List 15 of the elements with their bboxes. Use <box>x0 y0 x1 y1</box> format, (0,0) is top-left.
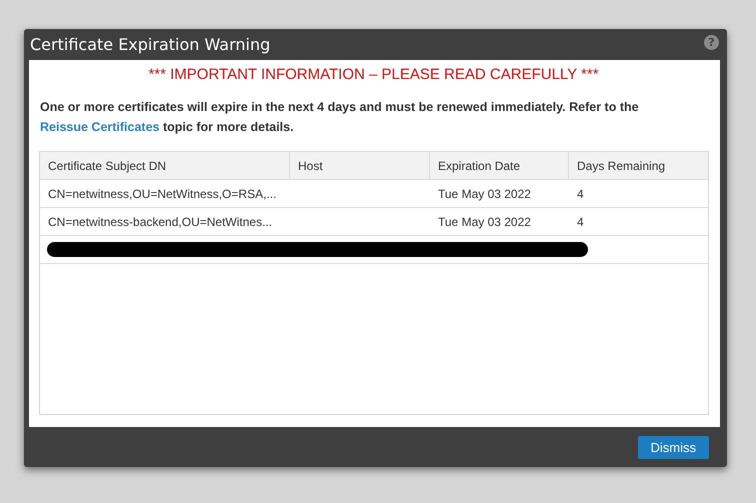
dismiss-button[interactable]: Dismiss <box>638 436 709 458</box>
column-header[interactable]: Expiration Date <box>430 152 569 179</box>
table-cell: Tue May 03 2022 <box>438 214 531 228</box>
reissue-link[interactable]: Reissue Certificates <box>40 120 160 134</box>
table-cell: CN=netwitness-backend,OU=NetWitnes... <box>48 214 272 228</box>
column-header[interactable]: Certificate Subject DN <box>40 152 290 179</box>
table-cell: CN=netwitness,OU=NetWitness,O=RSA,... <box>48 186 276 200</box>
table-cell: 4 <box>577 214 584 228</box>
column-header[interactable]: Host <box>290 152 430 179</box>
table-cell: Tue May 03 2022 <box>438 186 531 200</box>
column-header[interactable]: Days Remaining <box>569 152 708 179</box>
warning-message: One or more certificates will expire in the next 4 days and must be renewed immediately. Refer to the Reissue Certificates topic for more details. <box>40 99 640 136</box>
table-cell: 4 <box>577 186 584 200</box>
dialog-title: Certificate Expiration Warning <box>30 35 270 54</box>
warning-heading: *** IMPORTANT INFORMATION – PLEASE READ CAREFULLY *** <box>147 66 600 83</box>
